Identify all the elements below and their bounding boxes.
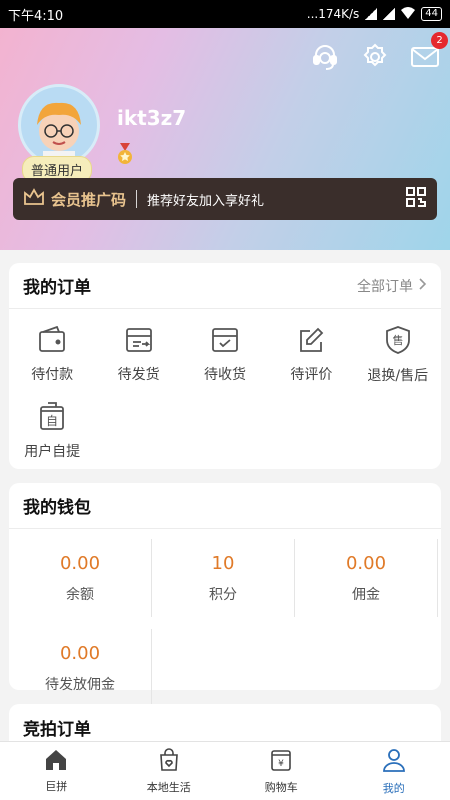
- order-after-sales[interactable]: 售 退换/售后: [355, 317, 441, 393]
- medal-icon: [116, 143, 134, 169]
- wallet-label: 佣金: [352, 586, 380, 603]
- status-bar: 下午4:10 ...174K/s 44: [0, 0, 450, 28]
- tab-home[interactable]: 巨拼: [0, 742, 113, 800]
- wallet-value: 0.00: [345, 552, 387, 574]
- tab-label: 巨拼: [45, 779, 68, 793]
- order-item-label: 用户自提: [24, 444, 81, 460]
- svg-text:自: 自: [46, 414, 58, 428]
- tab-mine[interactable]: 我的: [338, 742, 450, 800]
- order-status-grid: 待付款 待发货 待收货 待评价 售 退换/售后 自 用户自提: [9, 309, 441, 469]
- promo-title: 会员推广码: [51, 190, 127, 209]
- wallet-label: 积分: [209, 586, 237, 603]
- signal-icon-2: [383, 8, 396, 20]
- wifi-icon: [401, 6, 416, 22]
- order-self-pickup[interactable]: 自 用户自提: [9, 393, 95, 469]
- wallet-points[interactable]: 10 积分: [152, 539, 295, 617]
- bottom-tab-bar: 巨拼 本地生活 ¥ 购物车 我的: [0, 741, 450, 800]
- order-pending-review[interactable]: 待评价: [268, 317, 354, 393]
- auction-title: 竞拍订单: [23, 719, 91, 740]
- username: ikt3z7: [117, 106, 187, 130]
- signal-icon: [365, 8, 378, 20]
- order-pending-shipment[interactable]: 待发货: [95, 317, 181, 393]
- order-pending-receipt[interactable]: 待收货: [182, 317, 268, 393]
- status-time: 下午4:10: [8, 8, 64, 24]
- promo-subtitle: 推荐好友加入享好礼: [147, 193, 265, 209]
- battery-icon: 44: [421, 7, 442, 21]
- wallet-card: 我的钱包 0.00 余额 10 积分 0.00 佣金 0.00 待发放佣金: [9, 483, 441, 707]
- header-actions: 2: [310, 32, 448, 72]
- wallet-commission[interactable]: 0.00 佣金: [295, 539, 438, 617]
- user-icon: [381, 747, 407, 776]
- mail-badge: 2: [431, 32, 448, 49]
- mail-icon[interactable]: 2: [410, 32, 448, 72]
- order-item-label: 待发货: [117, 367, 160, 383]
- wallet-pending-commission[interactable]: 0.00 待发放佣金: [9, 629, 152, 707]
- order-item-label: 退换/售后: [367, 368, 429, 384]
- wallet-title: 我的钱包: [23, 498, 91, 518]
- avatar[interactable]: [18, 84, 100, 166]
- wallet-header: 我的钱包: [9, 483, 441, 529]
- customer-service-icon[interactable]: [310, 42, 340, 72]
- wallet-grid: 0.00 余额 10 积分 0.00 佣金 0.00 待发放佣金: [9, 529, 441, 717]
- box-receive-icon: [210, 326, 240, 358]
- all-orders-label: 全部订单: [357, 278, 413, 295]
- tab-label: 购物车: [264, 780, 298, 794]
- wallet-icon: [37, 325, 67, 358]
- network-speed: ...174K/s: [306, 7, 360, 21]
- wallet-balance[interactable]: 0.00 余额: [9, 539, 152, 617]
- promo-divider: [136, 190, 138, 208]
- cart-icon: ¥: [269, 748, 293, 775]
- qr-code-icon[interactable]: [405, 186, 427, 212]
- settings-gear-icon[interactable]: [360, 42, 390, 72]
- order-item-label: 待评价: [290, 367, 333, 383]
- status-indicators: ...174K/s 44: [306, 6, 442, 22]
- crown-icon: [23, 188, 45, 210]
- wallet-label: 余额: [66, 586, 94, 603]
- bag-icon: [157, 747, 181, 775]
- orders-header: 我的订单 全部订单: [9, 263, 441, 309]
- home-icon: [44, 749, 68, 774]
- order-pending-payment[interactable]: 待付款: [9, 317, 95, 393]
- tab-label: 本地生活: [146, 780, 191, 794]
- order-item-label: 待收货: [203, 367, 246, 383]
- svg-text:¥: ¥: [278, 759, 284, 769]
- member-promo-bar[interactable]: 会员推广码 推荐好友加入享好礼: [13, 178, 437, 220]
- wallet-value: 10: [211, 552, 235, 574]
- orders-title: 我的订单: [23, 278, 91, 298]
- edit-icon: [296, 326, 326, 358]
- orders-card: 我的订单 全部订单 待付款 待发货 待收货 待评价 售 退换/售后 自 用户自提: [9, 263, 441, 469]
- tab-cart[interactable]: ¥ 购物车: [225, 742, 338, 800]
- all-orders-link[interactable]: 全部订单: [357, 276, 427, 296]
- wallet-value: 0.00: [59, 642, 101, 664]
- wallet-value: 0.00: [59, 552, 101, 574]
- tab-label: 我的: [382, 781, 405, 795]
- chevron-right-icon: [419, 277, 427, 294]
- shield-service-icon: 售: [383, 325, 413, 359]
- wallet-label: 待发放佣金: [45, 676, 115, 693]
- tab-local-life[interactable]: 本地生活: [113, 742, 226, 800]
- pickup-icon: 自: [37, 401, 67, 435]
- box-send-icon: [124, 326, 154, 358]
- order-item-label: 待付款: [31, 367, 74, 383]
- svg-text:售: 售: [392, 333, 403, 347]
